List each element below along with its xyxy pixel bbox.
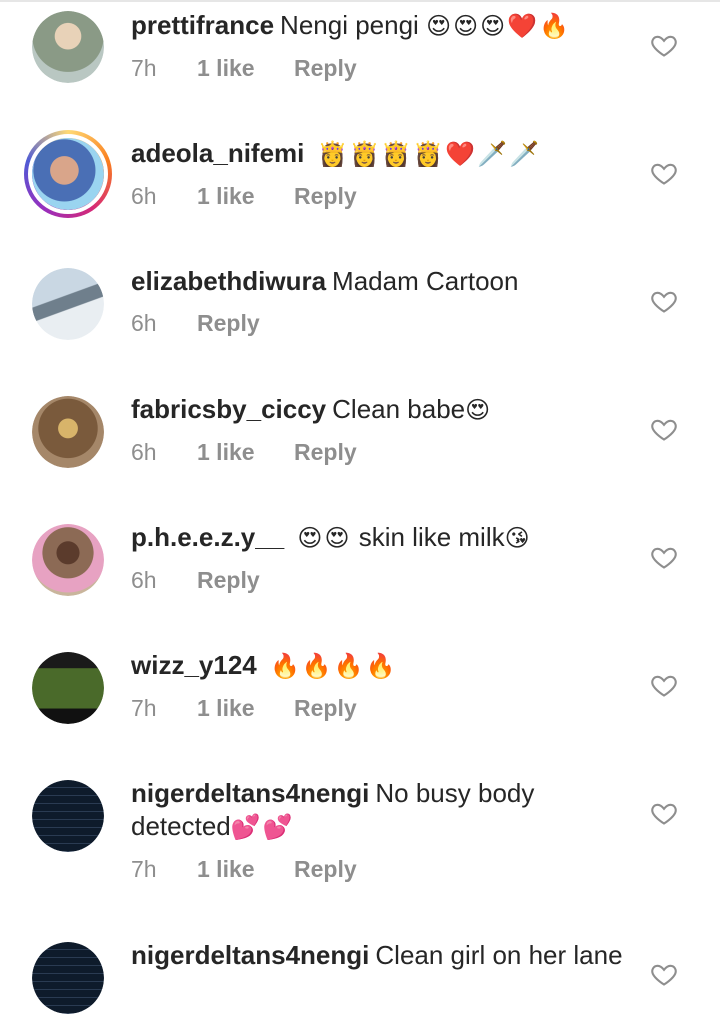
- comment-username[interactable]: fabricsby_ciccy: [131, 394, 326, 424]
- comment-text: adeola_nifemi 👸👸👸👸❤️🗡️🗡️: [131, 137, 631, 171]
- comment-list: prettifrance Nengi pengi 😍😍😍❤️🔥 7h 1 like…: [0, 0, 720, 1014]
- comment-text: nigerdeltans4nengi No busy body detected💕…: [131, 777, 631, 844]
- comment-emoji: 😍😍😍❤️🔥: [426, 13, 571, 40]
- like-heart-icon[interactable]: [650, 415, 678, 443]
- like-heart-icon[interactable]: [650, 159, 678, 187]
- comment-body: Clean girl on her lane: [375, 940, 623, 970]
- reply-button[interactable]: Reply: [294, 183, 357, 210]
- comment-emoji: 😘: [504, 525, 532, 552]
- comment-username[interactable]: elizabethdiwura: [131, 266, 326, 296]
- comment-body: skin like milk: [358, 522, 505, 552]
- comment-text: prettifrance Nengi pengi 😍😍😍❤️🔥: [131, 9, 631, 43]
- like-heart-icon[interactable]: [650, 671, 678, 699]
- comment-time: 6h: [131, 183, 157, 209]
- comment-emoji: 😍: [465, 397, 493, 424]
- comment-likes[interactable]: 1 like: [197, 55, 294, 82]
- comment-body: Nengi pengi: [280, 10, 419, 40]
- comment-time: 6h: [131, 310, 157, 336]
- comment-meta: 7h 1 like Reply: [131, 55, 631, 82]
- comment-username[interactable]: nigerdeltans4nengi: [131, 778, 369, 808]
- avatar[interactable]: [32, 652, 104, 724]
- comment-meta: 6h 1 like Reply: [131, 439, 631, 466]
- comment-emoji: 😍😍: [297, 525, 352, 552]
- comment-time: 7h: [131, 55, 157, 81]
- comment-username[interactable]: prettifrance: [131, 10, 274, 40]
- comment-emoji: 🔥🔥🔥🔥: [269, 653, 398, 680]
- comment-time: 7h: [131, 856, 157, 882]
- avatar[interactable]: [32, 780, 104, 852]
- avatar[interactable]: [32, 268, 104, 340]
- comment-likes[interactable]: 1 like: [197, 183, 294, 210]
- comment-likes[interactable]: 1 like: [197, 856, 294, 883]
- like-heart-icon[interactable]: [650, 287, 678, 315]
- comment-meta: 7h 1 like Reply: [131, 695, 631, 722]
- comment-text: p.h.e.e.z.y__ 😍😍 skin like milk😘: [131, 521, 631, 555]
- like-heart-icon[interactable]: [650, 960, 678, 988]
- comment-username[interactable]: adeola_nifemi: [131, 138, 304, 168]
- comment-meta: 6h Reply: [131, 310, 631, 337]
- comment-text: fabricsby_ciccy Clean babe😍: [131, 393, 631, 427]
- comment-likes[interactable]: 1 like: [197, 439, 294, 466]
- comment-likes[interactable]: 1 like: [197, 695, 294, 722]
- comment-meta: 7h 1 like Reply: [131, 856, 631, 883]
- avatar[interactable]: [32, 11, 104, 83]
- comment-time: 7h: [131, 695, 157, 721]
- comment-username[interactable]: nigerdeltans4nengi: [131, 940, 369, 970]
- comment-body: Clean babe: [332, 394, 466, 424]
- comment-time: 6h: [131, 567, 157, 593]
- comment-meta: 6h 1 like Reply: [131, 183, 631, 210]
- comment-emoji: 👸👸👸👸❤️🗡️🗡️: [317, 141, 541, 168]
- avatar[interactable]: [32, 396, 104, 468]
- comment-username[interactable]: wizz_y124: [131, 650, 257, 680]
- comment-text: nigerdeltans4nengi Clean girl on her lane: [131, 939, 631, 972]
- comment-text: elizabethdiwura Madam Cartoon: [131, 265, 631, 298]
- avatar[interactable]: [32, 942, 104, 1014]
- comment-username[interactable]: p.h.e.e.z.y__: [131, 522, 284, 552]
- comment-emoji: 💕💕: [230, 814, 295, 841]
- reply-button[interactable]: Reply: [294, 695, 357, 722]
- reply-button[interactable]: Reply: [197, 310, 260, 337]
- like-heart-icon[interactable]: [650, 31, 678, 59]
- avatar-with-story-ring[interactable]: [24, 130, 112, 218]
- avatar[interactable]: [32, 524, 104, 596]
- comment-meta: 6h Reply: [131, 567, 631, 594]
- comment-text: wizz_y124 🔥🔥🔥🔥: [131, 649, 631, 683]
- reply-button[interactable]: Reply: [294, 55, 357, 82]
- reply-button[interactable]: Reply: [294, 439, 357, 466]
- like-heart-icon[interactable]: [650, 799, 678, 827]
- comment-time: 6h: [131, 439, 157, 465]
- comment-body: Madam Cartoon: [332, 266, 519, 296]
- reply-button[interactable]: Reply: [197, 567, 260, 594]
- reply-button[interactable]: Reply: [294, 856, 357, 883]
- like-heart-icon[interactable]: [650, 543, 678, 571]
